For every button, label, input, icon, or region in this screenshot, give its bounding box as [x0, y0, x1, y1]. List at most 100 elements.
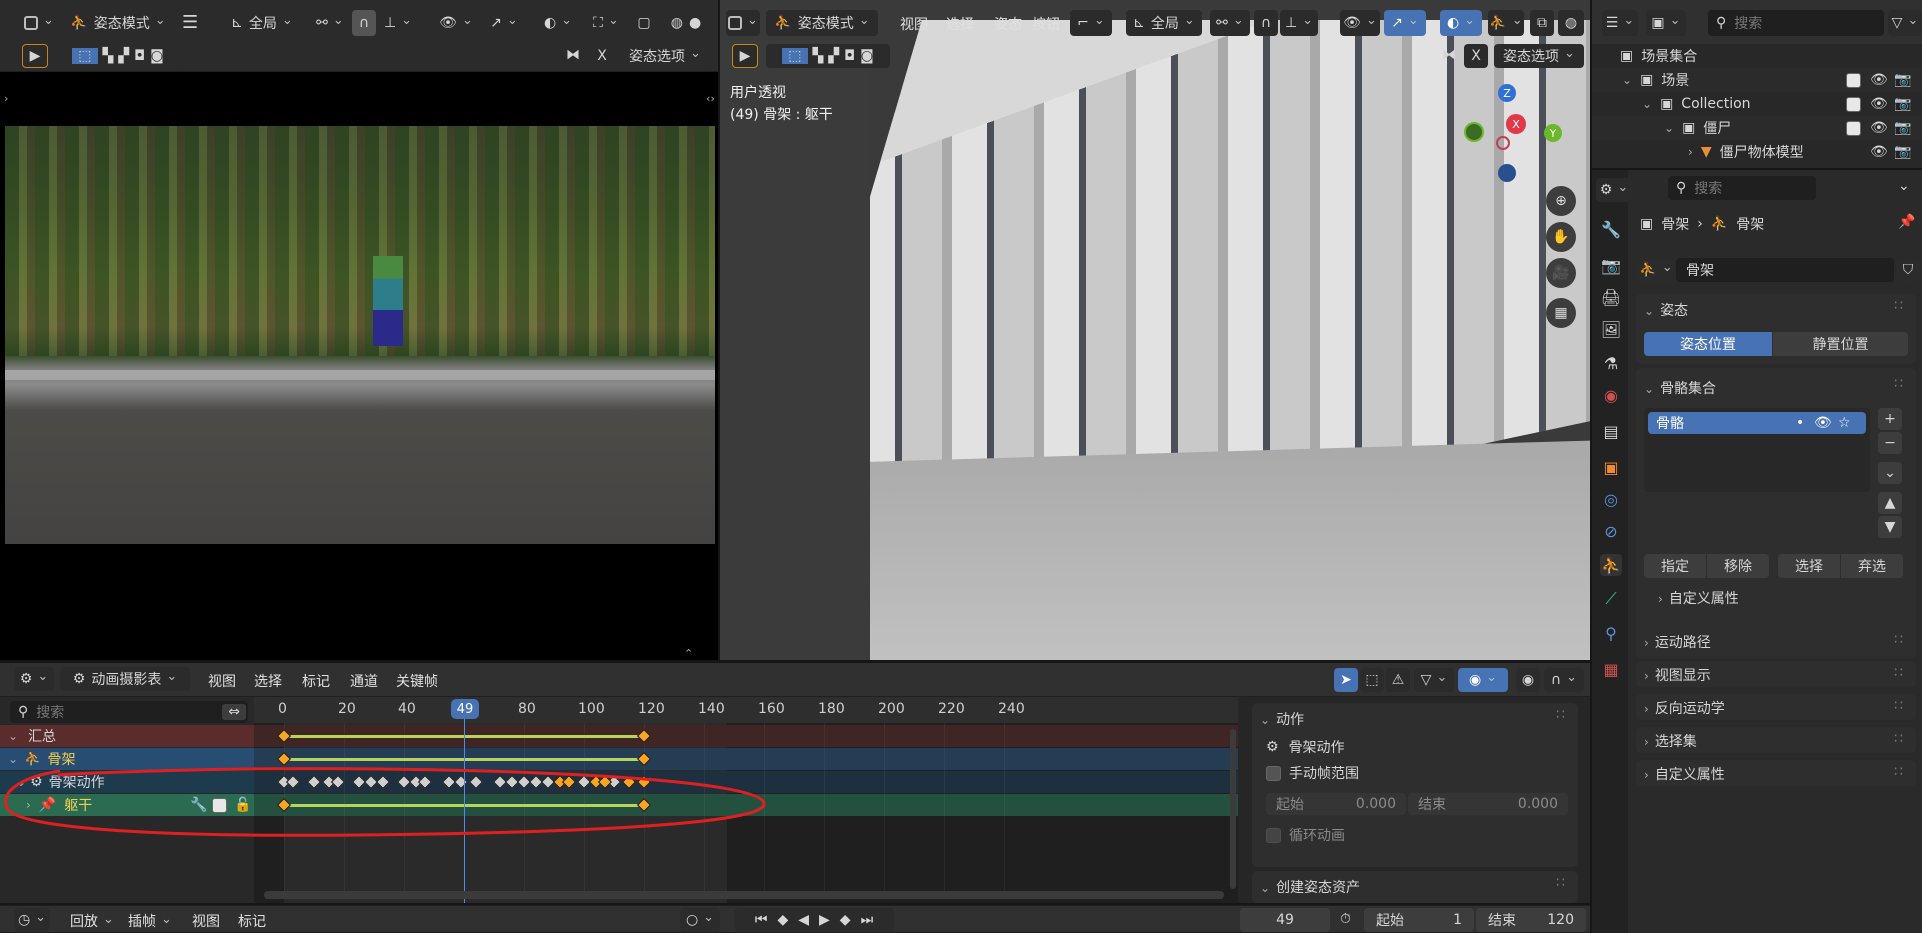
expand-icon[interactable]: ⌄: [1622, 73, 1632, 87]
display-mode-dropdown[interactable]: ▣: [1646, 10, 1686, 36]
resize-arrows-icon[interactable]: ‹›: [706, 92, 715, 105]
filter-dropdown[interactable]: ▽: [1414, 668, 1454, 692]
mirror-icon[interactable]: ⧓: [566, 47, 580, 63]
motion-paths-panel[interactable]: › 运动路径 ∷: [1636, 628, 1916, 654]
properties-editor-type[interactable]: ⚙: [1596, 178, 1632, 202]
viewport-display-panel[interactable]: › 视图显示 ∷: [1636, 661, 1916, 687]
shading-toggle[interactable]: ◍ ●: [662, 10, 710, 36]
timeline-editor-type[interactable]: ◷: [14, 908, 50, 932]
timeline-view-menu[interactable]: 视图: [192, 911, 220, 931]
texture-tab-icon[interactable]: ▦: [1600, 658, 1622, 680]
viewport-snap-dropdown[interactable]: ⊥: [1280, 10, 1318, 36]
view-layer-tab-icon[interactable]: 🖼: [1600, 318, 1622, 340]
viewport-overlay-toggle[interactable]: ◐: [1440, 10, 1482, 36]
custom-properties-panel[interactable]: › 自定义属性 ∷: [1636, 760, 1916, 786]
cyclic-checkbox[interactable]: [1266, 827, 1281, 843]
collapse-arrow-icon[interactable]: ›: [4, 92, 8, 105]
outliner-row-scene[interactable]: ⌄ ▣ 场景 👁 📷: [1592, 68, 1922, 92]
scene-tab-icon[interactable]: ⚗: [1600, 352, 1622, 374]
eye-icon[interactable]: 👁: [1870, 96, 1888, 112]
viewport-editor-type[interactable]: [726, 10, 760, 36]
menu-pose[interactable]: 姿态: [994, 14, 1022, 34]
armature-name-field[interactable]: 骨架: [1676, 258, 1894, 282]
bone-tab-icon[interactable]: ⟋: [1600, 588, 1622, 610]
snap-toggle[interactable]: ∩: [352, 10, 376, 36]
exclude-checkbox[interactable]: [1846, 72, 1861, 88]
ds-menu-key[interactable]: 关键帧: [396, 671, 438, 691]
playback-controls[interactable]: ⏮ ◆ ◀ ▶ ◆ ⏭: [734, 908, 894, 932]
axis-x-toggle[interactable]: X: [590, 44, 614, 68]
viewport-xray-toggle[interactable]: ⧉: [1530, 10, 1554, 36]
only-selected-toggle[interactable]: ➤: [1334, 668, 1358, 692]
drag-grip-icon[interactable]: ∷: [1556, 707, 1565, 723]
viewport[interactable]: ⛹姿态模式 视图 选择 姿态 按钮 ⌐ ⊾全局 ⚯ ∩ ⊥ 👁 ↗ ◐ ⛹ ⧉ …: [720, 0, 1590, 660]
frame-start-field[interactable]: 起始 0.000: [1266, 793, 1406, 815]
channel-summary[interactable]: ⌄ 汇总: [0, 725, 254, 747]
ds-menu-view[interactable]: 视图: [208, 671, 236, 691]
properties-search[interactable]: ⚲ 搜索: [1668, 176, 1816, 200]
render-camera-icon[interactable]: 📷: [1894, 120, 1911, 136]
auto-key-toggle[interactable]: ○: [680, 908, 720, 932]
drag-grip-icon[interactable]: ∷: [1894, 376, 1903, 392]
snap-dropdown[interactable]: ⊥: [380, 10, 416, 36]
viewport-pivot-dropdown[interactable]: ⚯: [1210, 10, 1250, 36]
move-up-button[interactable]: ▲: [1878, 492, 1902, 514]
editor-type-button[interactable]: [22, 10, 56, 36]
output-tab-icon[interactable]: 🖨: [1600, 286, 1622, 308]
star-icon[interactable]: ☆: [1838, 415, 1851, 431]
perspective-grid-icon[interactable]: ▦: [1546, 298, 1576, 328]
visibility-dropdown[interactable]: 👁: [436, 10, 476, 36]
create-pose-asset-panel[interactable]: ⌄ 创建姿态资产 ∷: [1252, 871, 1578, 903]
ds-menu-select[interactable]: 选择: [254, 671, 282, 691]
expand-icon[interactable]: ›: [1688, 145, 1693, 159]
zoom-icon[interactable]: ⊕: [1546, 186, 1576, 216]
inverse-kinematics-panel[interactable]: › 反向运动学 ∷: [1636, 694, 1916, 720]
eye-icon[interactable]: 👁: [1870, 144, 1888, 160]
proportional-edit-toggle[interactable]: ◉: [1516, 668, 1540, 692]
object-tab-icon[interactable]: ▣: [1600, 456, 1622, 478]
start-frame-field[interactable]: 起始 1: [1364, 908, 1474, 932]
bone-constraint-tab-icon[interactable]: ⚲: [1600, 622, 1622, 644]
xray-dropdown[interactable]: ⛶: [586, 10, 626, 36]
select-button[interactable]: 选择: [1778, 554, 1840, 578]
playhead-indicator[interactable]: 49: [451, 699, 479, 719]
frame-end-field[interactable]: 结束 0.000: [1408, 793, 1568, 815]
rest-position-button[interactable]: 静置位置: [1773, 332, 1908, 356]
properties-options-icon[interactable]: ⌄: [1898, 178, 1910, 194]
drag-grip-icon[interactable]: ∷: [1894, 731, 1903, 747]
viewport-select-tool[interactable]: ▶: [732, 44, 758, 68]
outliner-search[interactable]: ⚲ 搜索: [1708, 10, 1884, 36]
gizmo-dropdown[interactable]: ↗: [480, 10, 528, 36]
world-tab-icon[interactable]: ◉: [1600, 384, 1622, 406]
drag-grip-icon[interactable]: ∷: [1894, 632, 1903, 648]
viewport-pose-options[interactable]: 姿态选项: [1494, 44, 1584, 68]
viewport-orientation-dropdown[interactable]: ⊾ 全局: [1126, 10, 1202, 36]
current-frame-field[interactable]: 49: [1240, 908, 1330, 932]
prev-key-icon[interactable]: ◆: [777, 912, 788, 928]
manual-range-checkbox[interactable]: [1266, 765, 1281, 781]
dopesheet-mode-dropdown[interactable]: ⚙ 动画摄影表: [60, 667, 190, 691]
remove-collection-button[interactable]: −: [1878, 432, 1902, 454]
overlay-dropdown[interactable]: ◐: [536, 10, 580, 36]
only-errors-toggle[interactable]: ⚠: [1386, 668, 1410, 692]
custom-props-subpanel-header[interactable]: › 自定义属性: [1658, 588, 1739, 608]
move-down-button[interactable]: ▼: [1878, 516, 1902, 538]
falloff-dropdown[interactable]: ∩: [1544, 668, 1584, 692]
drag-grip-icon[interactable]: ∷: [1556, 875, 1565, 891]
render-camera-icon[interactable]: 📷: [1894, 144, 1911, 160]
select-tool-button[interactable]: ▶: [22, 44, 48, 68]
drag-grip-icon[interactable]: ∷: [1894, 298, 1903, 314]
cyclic-row[interactable]: 循环动画: [1266, 825, 1345, 845]
drag-grip-icon[interactable]: ∷: [1894, 665, 1903, 681]
gizmo-z-axis[interactable]: Z: [1498, 84, 1516, 102]
stopwatch-icon[interactable]: ⏱: [1340, 911, 1351, 927]
viewport-snap-toggle[interactable]: ∩: [1254, 10, 1278, 36]
bone-collection-item[interactable]: 骨骼 • 👁 ☆: [1648, 412, 1866, 434]
gizmo-neg-x[interactable]: [1496, 136, 1510, 150]
pose-options-dropdown[interactable]: 姿态选项: [620, 44, 710, 68]
navigation-gizmo[interactable]: Z X Y: [1460, 80, 1580, 190]
viewport-mirror-icon[interactable]: ⧓: [1442, 47, 1456, 63]
eye-icon[interactable]: 👁: [1870, 120, 1888, 136]
keying-menu[interactable]: 插帧: [128, 911, 172, 931]
collection-tab-icon[interactable]: ▤: [1600, 420, 1622, 442]
